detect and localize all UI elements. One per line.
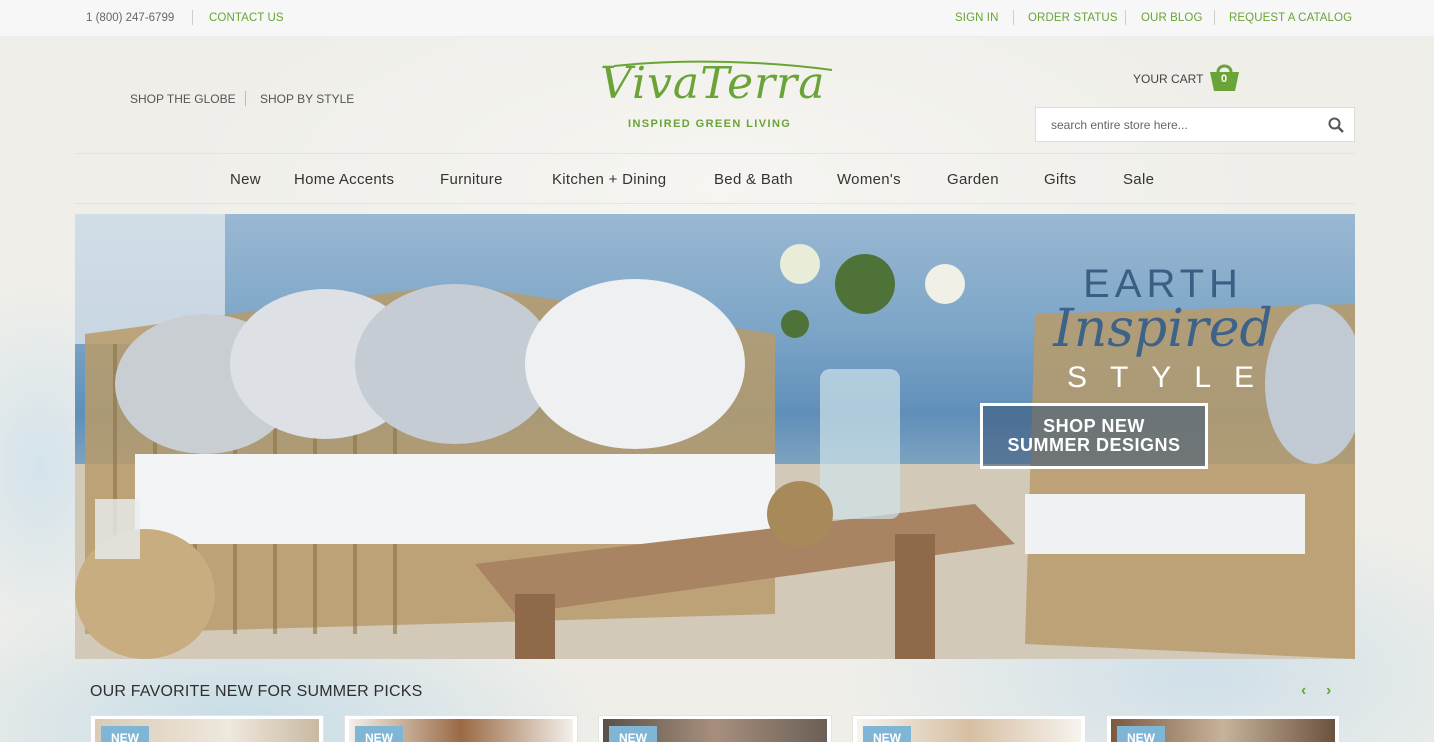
- shop-summer-button[interactable]: SHOP NEW SUMMER DESIGNS: [980, 403, 1208, 469]
- our-blog-link[interactable]: OUR BLOG: [1141, 12, 1203, 24]
- request-catalog-link[interactable]: REQUEST A CATALOG: [1229, 12, 1352, 24]
- logo-wordmark: VivaTerra: [596, 54, 836, 125]
- section-title: OUR FAVORITE NEW FOR SUMMER PICKS: [90, 683, 423, 700]
- new-badge: NEW: [101, 726, 149, 742]
- new-badge: NEW: [1117, 726, 1165, 742]
- product-card[interactable]: NEW: [1106, 715, 1340, 742]
- divider: [1125, 10, 1126, 25]
- nav-item-kitchen-dining[interactable]: Kitchen + Dining: [552, 171, 666, 188]
- new-badge: NEW: [609, 726, 657, 742]
- cart-count: 0: [1220, 73, 1228, 85]
- main-nav: New Home Accents Furniture Kitchen + Din…: [75, 153, 1355, 204]
- cta-line-1: SHOP NEW: [1043, 416, 1145, 436]
- divider: [1214, 10, 1215, 25]
- search-icon[interactable]: [1328, 117, 1344, 133]
- nav-item-garden[interactable]: Garden: [947, 171, 999, 188]
- chevron-left-icon[interactable]: ‹: [1301, 682, 1315, 699]
- product-card[interactable]: NEW: [90, 715, 324, 742]
- order-status-link[interactable]: ORDER STATUS: [1028, 12, 1118, 24]
- hero-headline: EARTH Inspired STYLE: [1013, 262, 1313, 395]
- new-badge: NEW: [355, 726, 403, 742]
- divider: [192, 10, 193, 25]
- utility-bar: 1 (800) 247-6799 CONTACT US SIGN IN ORDE…: [0, 0, 1434, 37]
- search-box: [1035, 107, 1355, 142]
- search-input[interactable]: [1051, 118, 1321, 132]
- product-card[interactable]: NEW: [852, 715, 1086, 742]
- nav-item-home-accents[interactable]: Home Accents: [294, 171, 394, 188]
- divider: [245, 91, 246, 106]
- new-badge: NEW: [863, 726, 911, 742]
- phone-number: 1 (800) 247-6799: [86, 12, 175, 24]
- hero-line-style: STYLE: [1066, 361, 1278, 394]
- contact-us-link[interactable]: CONTACT US: [209, 12, 284, 24]
- divider: [1013, 10, 1014, 25]
- logo-script-svg: VivaTerra: [600, 58, 833, 109]
- cart-label[interactable]: YOUR CART: [1133, 72, 1203, 86]
- nav-item-new[interactable]: New: [230, 171, 261, 188]
- shop-by-style-link[interactable]: SHOP BY STYLE: [260, 92, 354, 106]
- product-card[interactable]: NEW: [598, 715, 832, 742]
- sign-in-link[interactable]: SIGN IN: [955, 12, 999, 24]
- nav-item-gifts[interactable]: Gifts: [1044, 171, 1076, 188]
- shop-the-globe-link[interactable]: SHOP THE GLOBE: [130, 92, 236, 106]
- hero-line-inspired: Inspired: [1053, 299, 1273, 359]
- cta-line-2: SUMMER DESIGNS: [1007, 435, 1181, 455]
- chevron-right-icon[interactable]: ›: [1326, 682, 1340, 699]
- site-logo[interactable]: VivaTerra INSPIRED GREEN LIVING: [596, 58, 836, 134]
- hero-banner[interactable]: EARTH Inspired STYLE SHOP NEW SUMMER DES…: [75, 214, 1355, 659]
- nav-item-furniture[interactable]: Furniture: [440, 171, 503, 188]
- logo-tagline: INSPIRED GREEN LIVING: [628, 118, 792, 130]
- nav-item-bed-bath[interactable]: Bed & Bath: [714, 171, 793, 188]
- nav-item-womens[interactable]: Women's: [837, 171, 901, 188]
- nav-item-sale[interactable]: Sale: [1123, 171, 1154, 188]
- product-card[interactable]: NEW: [344, 715, 578, 742]
